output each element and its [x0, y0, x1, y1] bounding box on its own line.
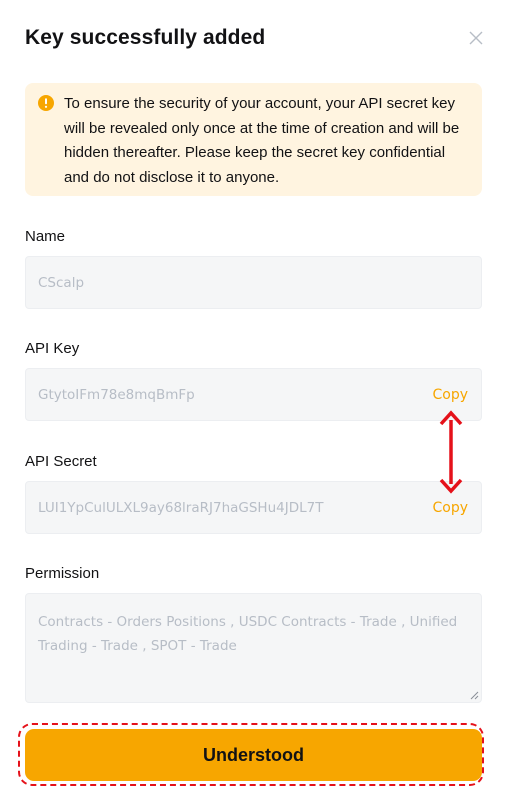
security-notice: To ensure the security of your account, … [25, 83, 482, 196]
name-field[interactable]: CScalp [25, 256, 482, 309]
resize-handle-icon[interactable] [470, 691, 479, 700]
dialog-title: Key successfully added [25, 26, 266, 49]
warning-icon [38, 95, 54, 111]
close-icon[interactable] [466, 28, 486, 48]
api-secret-field[interactable]: LUI1YpCulULXL9ay68lraRJ7haGSHu4JDL7T Cop… [25, 481, 482, 534]
api-secret-label: API Secret [25, 453, 97, 470]
permission-label: Permission [25, 565, 100, 582]
permission-textarea[interactable]: Contracts - Orders Positions , USDC Cont… [25, 593, 482, 703]
api-secret-value: LUI1YpCulULXL9ay68lraRJ7haGSHu4JDL7T [38, 500, 324, 516]
api-key-field[interactable]: GtytoIFm78e8mqBmFp Copy [25, 368, 482, 421]
api-key-label: API Key [25, 340, 80, 357]
api-key-value: GtytoIFm78e8mqBmFp [38, 387, 195, 403]
api-secret-copy-button[interactable]: Copy [432, 500, 468, 516]
name-value: CScalp [38, 275, 85, 291]
name-label: Name [25, 228, 66, 245]
understood-button[interactable]: Understood [25, 729, 482, 781]
permission-value: Contracts - Orders Positions , USDC Cont… [38, 614, 458, 654]
double-arrow-icon [439, 410, 463, 494]
security-notice-text: To ensure the security of your account, … [64, 95, 460, 186]
api-key-copy-button[interactable]: Copy [432, 387, 468, 403]
